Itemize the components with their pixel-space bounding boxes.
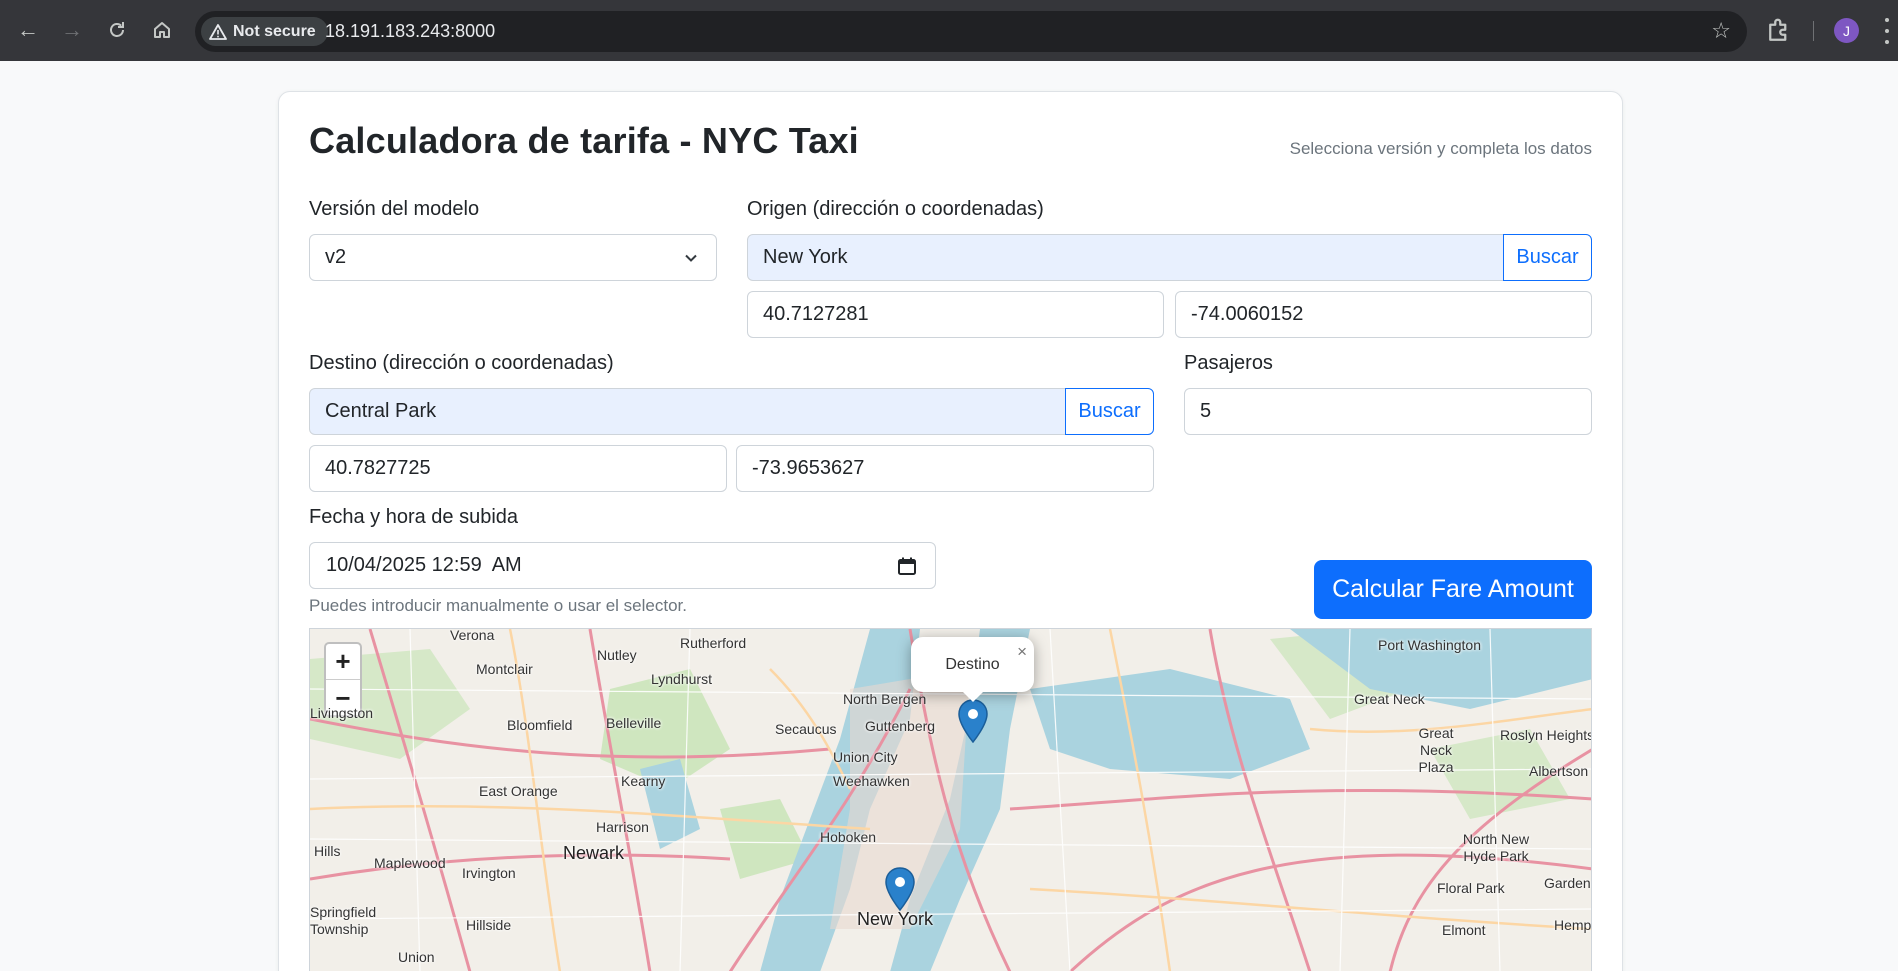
page-title: Calculadora de tarifa - NYC Taxi (309, 120, 859, 161)
destination-search-button[interactable]: Buscar (1065, 388, 1154, 435)
map-place-label: Rutherford (680, 635, 747, 651)
map-place-label: Albertson (1529, 763, 1589, 779)
destination-label: Destino (dirección o coordenadas) (309, 352, 614, 374)
model-version-label: Versión del modelo (309, 198, 480, 220)
route-map[interactable]: + − Verona Rutherford Nutley Montclair L… (309, 628, 1592, 971)
map-place-label: Verona (450, 628, 495, 643)
map-place-label: Guttenberg (865, 718, 936, 734)
security-chip[interactable]: Not secure (201, 17, 328, 46)
destination-address-value: Central Park (325, 400, 437, 422)
browser-menu-icon[interactable] (1884, 18, 1890, 44)
origin-address-input[interactable]: New York (747, 234, 1504, 281)
chevron-down-icon (685, 254, 697, 262)
warning-icon (209, 23, 227, 40)
bookmark-star-icon[interactable]: ☆ (1711, 18, 1731, 44)
zoom-in-button[interactable]: + (326, 644, 360, 680)
map-place-label: Union (398, 949, 435, 965)
origin-lon-input[interactable]: -74.0060152 (1175, 291, 1592, 338)
map-place-label: Irvington (462, 865, 516, 881)
map-place-label: Great Neck (1354, 691, 1425, 707)
model-version-select[interactable]: v2 (309, 234, 717, 281)
map-place-label: Montclair (476, 661, 533, 677)
map-place-label: East Orange (479, 783, 558, 799)
map-place-label: Weehawken (833, 773, 910, 789)
map-place-label: Great Neck Plaza (1418, 725, 1454, 775)
destination-lon-value: -73.9653627 (752, 457, 865, 479)
map-place-label: Belleville (606, 715, 662, 731)
map-place-label: Floral Park (1437, 880, 1505, 896)
forward-arrow-icon[interactable]: → (56, 14, 88, 46)
browser-toolbar: ← → Not secure 18.191.183.243:8000 ☆ J (0, 0, 1898, 61)
popup-text: Destino (945, 655, 1000, 673)
url-text[interactable]: 18.191.183.243:8000 (325, 21, 495, 42)
destination-lon-input[interactable]: -73.9653627 (736, 445, 1154, 492)
calculate-fare-button[interactable]: Calcular Fare Amount (1314, 560, 1592, 619)
close-icon[interactable]: × (1017, 642, 1027, 662)
origin-lat-value: 40.7127281 (763, 303, 869, 325)
map-place-label: Lyndhurst (651, 671, 712, 687)
passengers-label: Pasajeros (1184, 352, 1273, 374)
map-place-label: Secaucus (775, 721, 837, 737)
map-place-label: Maplewood (374, 855, 446, 871)
passengers-input[interactable]: 5 (1184, 388, 1592, 435)
map-place-label: Bloomfield (507, 717, 573, 733)
destination-lat-value: 40.7827725 (325, 457, 431, 479)
model-version-value: v2 (325, 246, 347, 268)
map-place-label: Harrison (596, 819, 649, 835)
origin-label: Origen (dirección o coordenadas) (747, 198, 1044, 220)
map-place-label: Hoboken (820, 829, 877, 845)
origin-search-button[interactable]: Buscar (1503, 234, 1592, 281)
map-place-label: Livingston (310, 705, 374, 721)
destination-address-input[interactable]: Central Park (309, 388, 1066, 435)
origin-marker-icon[interactable] (885, 867, 915, 911)
map-place-label: North New Hyde Park (1462, 831, 1530, 864)
map-place-label: Newark (563, 843, 625, 863)
map-place-label: Elmont (1442, 922, 1486, 938)
origin-lon-value: -74.0060152 (1191, 303, 1304, 325)
map-place-label: New York (857, 909, 934, 929)
map-place-label: Port Washington (1378, 637, 1481, 653)
origin-lat-input[interactable]: 40.7127281 (747, 291, 1164, 338)
map-place-label: Nutley (597, 647, 637, 663)
map-place-label: Hills (314, 843, 341, 859)
map-place-label: North Bergen (843, 691, 927, 707)
security-label: Not secure (233, 22, 316, 40)
pickup-datetime-label: Fecha y hora de subida (309, 506, 519, 528)
calendar-icon[interactable] (897, 556, 917, 576)
map-place-label: Kearny (621, 773, 666, 789)
destination-lat-input[interactable]: 40.7827725 (309, 445, 727, 492)
map-place-label: Springfield Township (310, 904, 377, 937)
map-place-label: Garden City (1544, 875, 1591, 891)
reload-icon[interactable] (101, 14, 133, 46)
origin-address-value: New York (763, 246, 848, 268)
pickup-datetime-input[interactable]: 10/04/2025 12:59 AM (309, 542, 936, 589)
map-place-label: Roslyn Heights (1500, 727, 1592, 743)
extensions-puzzle-icon[interactable] (1764, 16, 1794, 46)
map-place-label: Union City (833, 749, 898, 765)
address-bar[interactable]: Not secure 18.191.183.243:8000 ☆ (195, 11, 1747, 52)
map-place-label: Hillside (466, 917, 512, 933)
back-arrow-icon[interactable]: ← (12, 14, 44, 46)
toolbar-separator (1813, 21, 1814, 41)
home-icon[interactable] (146, 14, 178, 46)
pickup-datetime-value: 10/04/2025 12:59 AM (326, 554, 522, 576)
pickup-help-text: Puedes introducir manualmente o usar el … (309, 596, 687, 615)
map-place-label: Hempstead (1554, 917, 1592, 933)
page-subtitle: Selecciona versión y completa los datos (1289, 139, 1592, 158)
passengers-value: 5 (1200, 400, 1212, 422)
profile-avatar[interactable]: J (1834, 18, 1859, 43)
destination-marker-icon[interactable] (958, 699, 988, 743)
destination-popup: Destino × (911, 637, 1034, 702)
